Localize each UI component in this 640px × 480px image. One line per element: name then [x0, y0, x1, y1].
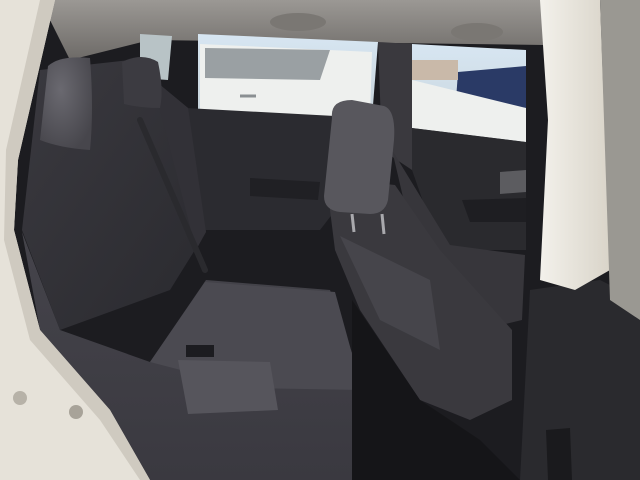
- headrest-post-right: [380, 213, 386, 235]
- grab-handle: [270, 13, 326, 31]
- rear-headrest-center: [122, 57, 162, 108]
- door-frame-edge: [540, 0, 610, 290]
- door-bolt: [13, 391, 27, 405]
- cushion-highlight: [178, 360, 278, 414]
- front-headrest: [324, 100, 395, 214]
- outside-vehicles-far: [412, 60, 458, 80]
- front-door-pocket: [462, 198, 526, 222]
- photo-scene: [0, 0, 640, 480]
- rear-headrest-left: [40, 57, 92, 150]
- open-door-panel: [520, 280, 640, 480]
- front-door-handle: [500, 170, 526, 194]
- seat-belt-buckle: [186, 345, 214, 357]
- striker-bolt: [69, 405, 83, 419]
- door-speaker: [546, 428, 572, 480]
- grab-handle-front: [451, 23, 503, 41]
- car-interior-photo: [0, 0, 640, 480]
- headrest-post: [350, 213, 356, 233]
- outside-car-window: [205, 48, 330, 80]
